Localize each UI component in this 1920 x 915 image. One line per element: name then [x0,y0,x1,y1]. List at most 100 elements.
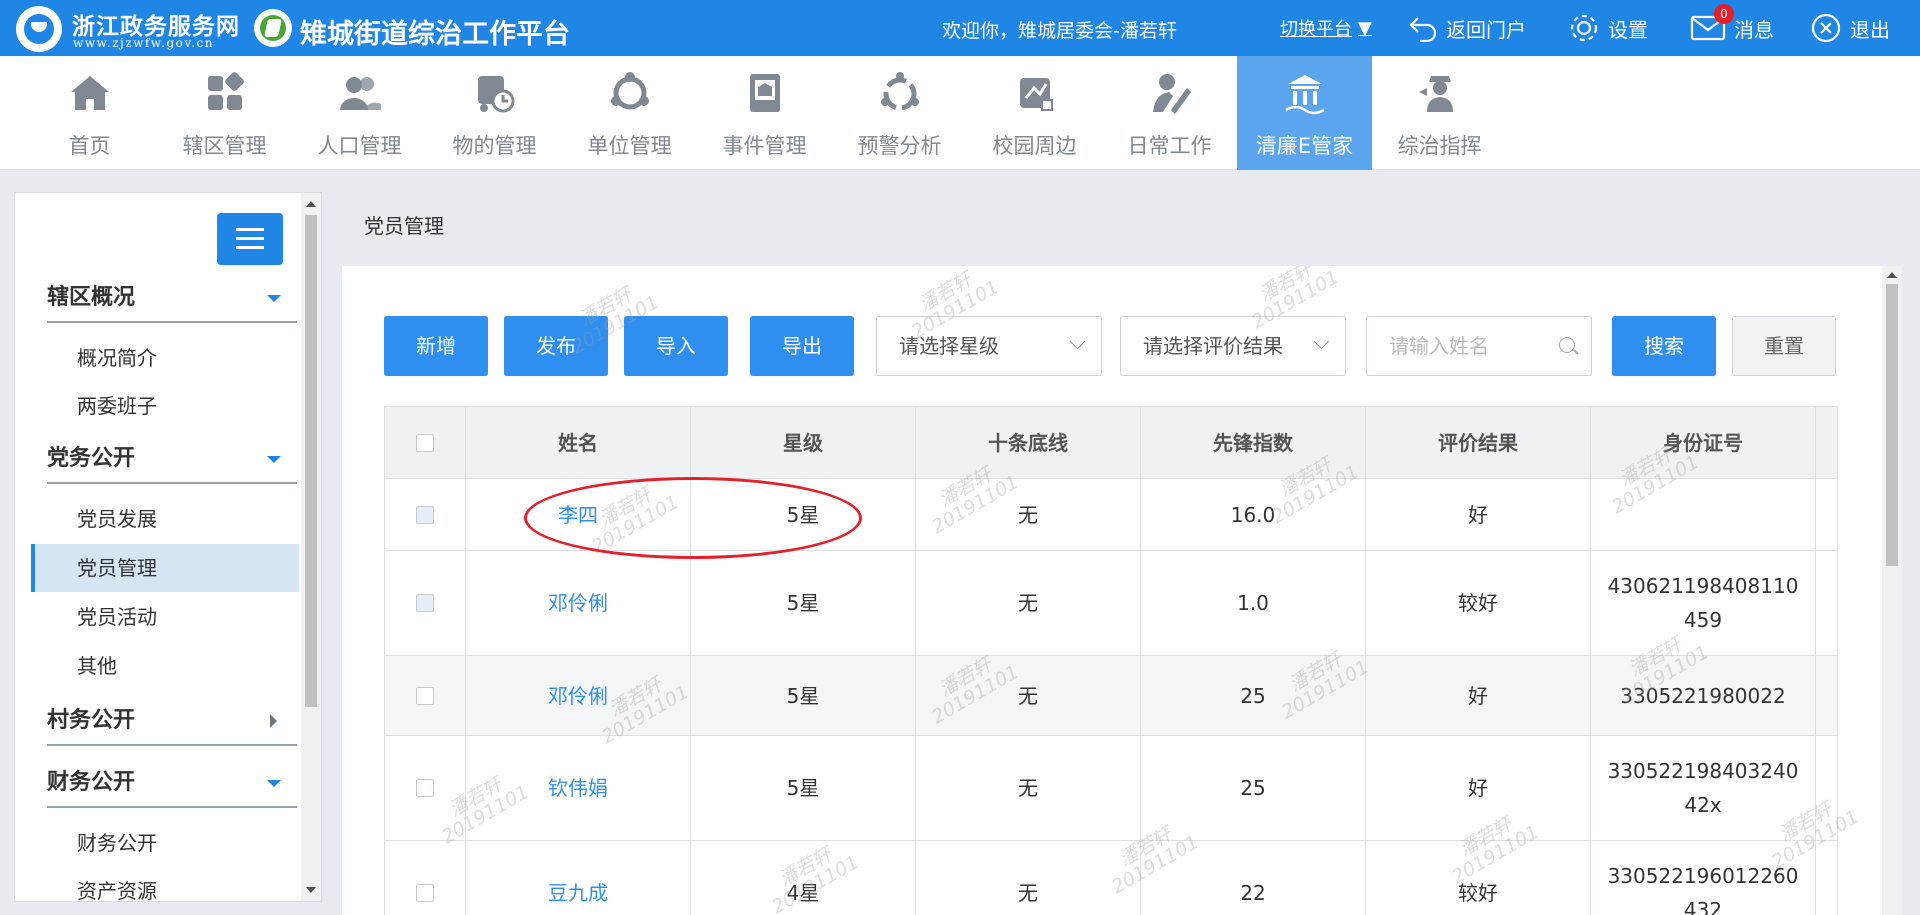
member-name-link[interactable]: 豆九成 [466,841,691,915]
nav-item-population[interactable]: 人口管理 [292,56,427,170]
sidebar-item-committee[interactable]: 两委班子 [31,382,299,430]
sidebar-item-overview[interactable]: 概况简介 [31,334,299,382]
column-header[interactable]: 先锋指数 [1141,407,1366,478]
baseline-cell: 无 [916,656,1141,735]
eval-cell: 较好 [1366,841,1591,915]
scroll-thumb[interactable] [305,215,317,707]
column-header[interactable]: 姓名 [466,407,691,478]
index-cell: 1.0 [1141,551,1366,655]
settings-button[interactable]: 设置 [1568,9,1648,47]
name-search-placeholder: 请输入姓名 [1389,334,1489,358]
name-search-input[interactable]: 请输入姓名 [1366,316,1592,376]
search-icon [1559,337,1575,353]
index-cell: 16.0 [1141,479,1366,550]
caret-down-icon [267,780,281,787]
scroll-up-icon[interactable] [1887,272,1897,278]
id-number-cell: 430621198408110459 [1591,551,1816,655]
reset-button[interactable]: 重置 [1732,316,1836,376]
export-button[interactable]: 导出 [750,316,854,376]
sidebar-item-member-development[interactable]: 党员发展 [31,495,299,543]
evaluation-select[interactable]: 请选择评价结果 [1120,316,1346,376]
id-number-cell: 33052219840324042x [1591,736,1816,840]
select-all-checkbox[interactable] [416,433,434,452]
nav-label: 人口管理 [317,134,402,158]
sidebar-scrollbar[interactable] [301,193,321,901]
row-checkbox[interactable] [416,505,434,524]
publish-button[interactable]: 发布 [504,316,608,376]
column-header[interactable]: 星级 [691,407,916,478]
star-cell: 5星 [691,479,916,550]
nav-item-qinglian[interactable]: 清廉E管家 [1237,56,1372,170]
section-title: 辖区概况 [47,285,136,310]
table-row: 钦伟娟 5星 无 25 好 33052219840324042x [385,736,1838,841]
eval-cell: 好 [1366,736,1591,840]
member-name-link[interactable]: 钦伟娟 [466,736,691,840]
sidebar-menu-toggle[interactable] [217,213,283,265]
nav-item-home[interactable]: 首页 [22,56,157,170]
nav-label: 日常工作 [1127,134,1212,158]
caret-right-icon [270,714,277,728]
sidebar-item-finance-public[interactable]: 财务公开 [31,819,299,867]
nav-item-org[interactable]: 单位管理 [562,56,697,170]
building-icon [1285,75,1325,115]
search-button[interactable]: 搜索 [1612,316,1716,376]
sidebar-item-member-management[interactable]: 党员管理 [31,544,299,592]
nav-item-alert[interactable]: 预警分析 [832,56,967,170]
scroll-up-icon[interactable] [306,201,316,207]
member-name-link[interactable]: 李四 [466,479,691,550]
sidebar-section-village-affairs[interactable]: 村务公开 [47,698,297,746]
sidebar-section-party-affairs[interactable]: 党务公开 [47,436,297,484]
member-name-link[interactable]: 邓伶俐 [466,551,691,655]
column-header[interactable]: 评价结果 [1366,407,1591,478]
column-header[interactable]: 身份证号 [1591,407,1816,478]
index-cell: 25 [1141,656,1366,735]
section-title: 村务公开 [47,708,136,733]
scroll-down-icon[interactable] [306,887,316,893]
sidebar-item-other[interactable]: 其他 [31,642,299,690]
row-checkbox[interactable] [416,779,434,797]
scroll-thumb[interactable] [1886,284,1898,566]
eval-cell: 较好 [1366,551,1591,655]
row-checkbox-cell [385,551,466,655]
logout-button[interactable]: 退出 [1810,9,1890,47]
zjzwfw-logo-icon [16,6,62,52]
nav-label: 清廉E管家 [1255,134,1354,158]
sidebar-item-assets[interactable]: 资产资源 [31,867,299,901]
nav-label: 辖区管理 [182,134,267,158]
content-scrollbar[interactable] [1882,266,1902,915]
gear-icon [1570,14,1598,42]
overflow-cell [1816,551,1838,655]
nav-item-things[interactable]: 物的管理 [427,56,562,170]
section-title: 党务公开 [47,446,136,471]
row-checkbox[interactable] [416,594,434,612]
star-level-select[interactable]: 请选择星级 [876,316,1102,376]
import-button[interactable]: 导入 [624,316,728,376]
sidebar-item-member-activities[interactable]: 党员活动 [31,593,299,641]
row-checkbox[interactable] [416,686,434,705]
nav-item-campus[interactable]: 校园周边 [967,56,1102,170]
nav-item-daily[interactable]: 日常工作 [1102,56,1237,170]
star-cell: 5星 [691,551,916,655]
menu-bar-icon [236,228,264,231]
switch-platform-link[interactable]: 切换平台 ▼ [1280,9,1372,47]
evaluation-placeholder: 请选择评价结果 [1143,334,1283,358]
sidebar-section-district-overview[interactable]: 辖区概况 [47,275,297,323]
star-cell: 4星 [691,841,916,915]
logout-label: 退出 [1850,17,1890,42]
add-button[interactable]: 新增 [384,316,488,376]
messages-button[interactable]: 0 消息 [1690,4,1774,47]
row-checkbox[interactable] [416,884,434,902]
back-portal-button[interactable]: 返回门户 [1408,9,1526,47]
row-checkbox-cell [385,656,466,735]
nav-item-command[interactable]: 综治指挥 [1372,56,1507,170]
nav-item-events[interactable]: 事件管理 [697,56,832,170]
sidebar-section-finance[interactable]: 财务公开 [47,760,297,808]
member-name-link[interactable]: 邓伶俐 [466,656,691,735]
nav-item-district[interactable]: 辖区管理 [157,56,292,170]
table-row: 邓伶俐 5星 无 25 好 3305221980022 [385,656,1838,736]
row-checkbox-cell [385,736,466,840]
alert-icon [881,72,919,111]
column-header[interactable]: 十条底线 [916,407,1141,478]
people-icon [340,77,381,110]
home-icon [71,76,109,110]
